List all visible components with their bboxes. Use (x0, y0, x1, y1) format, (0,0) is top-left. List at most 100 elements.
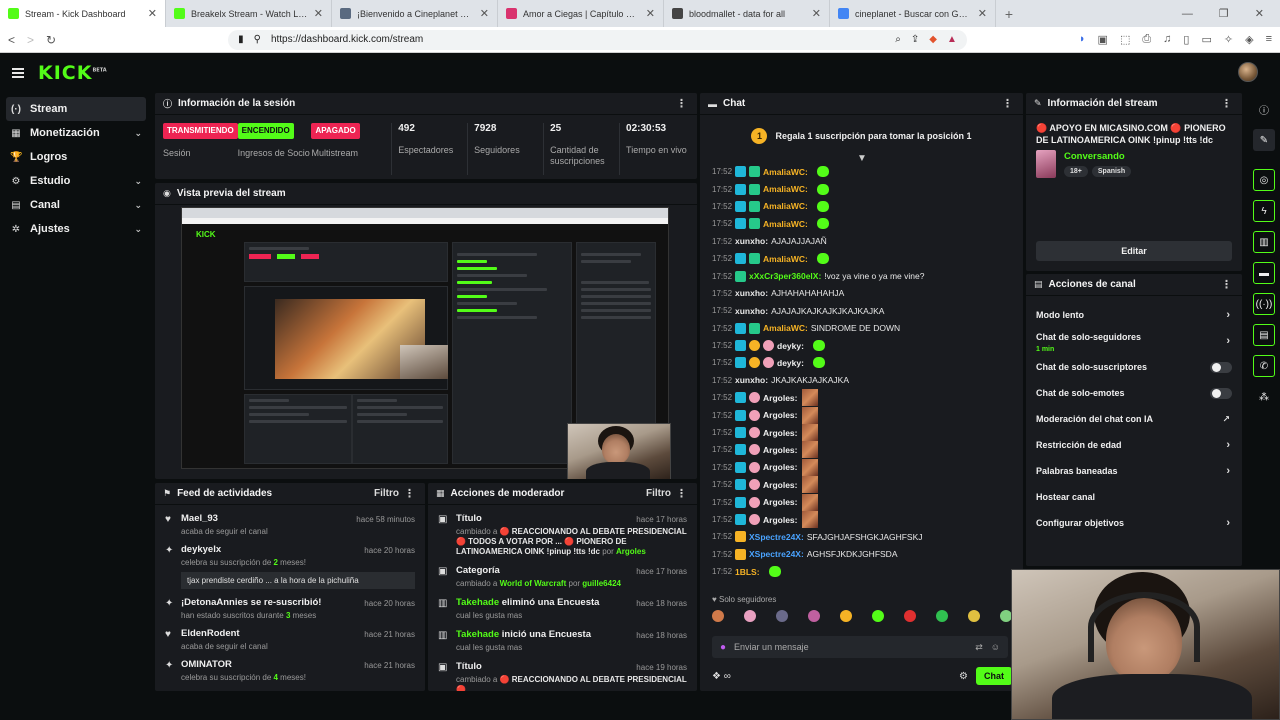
wallet-icon[interactable]: ▭ (1201, 33, 1211, 46)
edit-stream-button[interactable]: Editar (1036, 241, 1232, 261)
hamburger-menu-icon[interactable] (12, 68, 24, 78)
vpn-icon[interactable]: ◈ (1245, 33, 1253, 46)
lightning-icon[interactable]: ϟ (1253, 200, 1275, 222)
channel-action-item[interactable]: Chat de solo-emotes (1026, 380, 1242, 406)
sidebar-item-ajustes[interactable]: ✲ Ajustes ⌄ (6, 217, 146, 241)
chat-username[interactable]: xunxho: (735, 288, 768, 298)
emote-icon[interactable] (904, 610, 916, 622)
kebab-menu-icon[interactable]: ⋮ (676, 487, 687, 500)
tab-close-icon[interactable]: ✕ (646, 7, 655, 20)
desc-username[interactable]: guille6424 (582, 579, 621, 588)
channel-action-item[interactable]: Restricción de edad › (1026, 432, 1242, 458)
ai-icon[interactable]: ✧ (1224, 33, 1233, 46)
kebab-menu-icon[interactable]: ⋮ (676, 97, 687, 110)
toggle-switch[interactable] (1210, 387, 1232, 399)
chat-username[interactable]: AmaliaWC: (763, 167, 808, 177)
emote-icon[interactable] (776, 610, 788, 622)
kebab-menu-icon[interactable]: ⋮ (404, 487, 415, 500)
category-name[interactable]: Conversando (1064, 151, 1131, 162)
forward-icon[interactable]: > (27, 33, 34, 47)
sidebar-item-estudio[interactable]: ⚙ Estudio ⌄ (6, 169, 146, 193)
emote-icon[interactable] (968, 610, 980, 622)
kebab-menu-icon[interactable]: ⋮ (1221, 97, 1232, 110)
chat-username[interactable]: AmaliaWC: (763, 219, 808, 229)
broadcast-icon[interactable]: ((·)) (1253, 293, 1275, 315)
microphone-icon[interactable]: ● (720, 642, 726, 653)
filter-button[interactable]: Filtro (646, 488, 671, 499)
kebab-menu-icon[interactable]: ⋮ (1221, 278, 1232, 291)
chat-username[interactable]: XSpectre24X: (749, 549, 804, 559)
rewards-icon[interactable]: ▲ (947, 34, 957, 45)
close-window-icon[interactable]: ✕ (1255, 7, 1264, 20)
chat-bubble-icon[interactable]: ▬ (1253, 262, 1275, 284)
chevron-down-icon[interactable]: ⌄ (134, 128, 142, 139)
new-tab-icon[interactable]: + (996, 0, 1022, 27)
pinned-gift-banner[interactable]: 1 Regala 1 suscripción para tomar la pos… (700, 121, 1023, 151)
emote-icon[interactable] (872, 610, 884, 622)
sidebar-item-canal[interactable]: ▤ Canal ⌄ (6, 193, 146, 217)
chevron-right-icon[interactable]: › (1226, 309, 1230, 321)
chevron-right-icon[interactable]: › (1226, 517, 1230, 529)
sidebar-toggle-icon[interactable]: ▯ (1183, 33, 1189, 46)
emote-icon[interactable] (712, 610, 724, 622)
chat-username[interactable]: Argoles: (763, 515, 797, 525)
clipboard-icon[interactable]: ▥ (1253, 231, 1275, 253)
extension-icon[interactable]: ◗ (1079, 33, 1086, 46)
layout-icon[interactable]: ▤ (1253, 324, 1275, 346)
toggle-switch[interactable] (1210, 361, 1232, 373)
chevron-down-icon[interactable]: ⌄ (134, 200, 142, 211)
stream-tag[interactable]: Spanish (1091, 166, 1132, 178)
chat-username[interactable]: xunxho: (735, 306, 768, 316)
minimize-icon[interactable]: — (1182, 8, 1193, 20)
chat-username[interactable]: xunxho: (735, 236, 768, 246)
stream-tag[interactable]: 18+ (1064, 166, 1088, 178)
moderator-name[interactable]: Takehade (456, 597, 499, 608)
extension-icon[interactable]: ⬚ (1120, 33, 1130, 46)
site-info-icon[interactable]: ⚲ (254, 34, 261, 45)
channel-action-item[interactable]: Hostear canal (1026, 484, 1242, 510)
channel-action-item[interactable]: Chat de solo-seguidores 1 min › (1026, 328, 1242, 354)
chevron-right-icon[interactable]: › (1226, 465, 1230, 477)
chevron-right-icon[interactable]: › (1226, 335, 1230, 347)
chat-username[interactable]: AmaliaWC: (763, 201, 808, 211)
info-icon[interactable]: ⓘ (1253, 98, 1275, 120)
edit-icon[interactable]: ✎ (1253, 129, 1275, 151)
kick-logo[interactable]: KICKBETA (38, 62, 107, 84)
reload-icon[interactable]: ↻ (46, 33, 56, 47)
sidebar-item-monetización[interactable]: ▦ Monetización ⌄ (6, 121, 146, 145)
chat-username[interactable]: Argoles: (763, 428, 797, 438)
browser-tab[interactable]: Stream - Kick Dashboard ✕ (0, 0, 166, 27)
chat-username[interactable]: XSpectre24X: (749, 532, 804, 542)
brave-shield-icon[interactable]: ◆ (929, 34, 937, 45)
emote-icon[interactable] (808, 610, 820, 622)
extension-icon[interactable]: ▣ (1098, 33, 1108, 46)
channel-action-item[interactable]: Moderación del chat con IA ↗ (1026, 406, 1242, 432)
channel-action-item[interactable]: Modo lento › (1026, 302, 1242, 328)
chat-username[interactable]: AmaliaWC: (763, 254, 808, 264)
tab-close-icon[interactable]: ✕ (978, 7, 987, 20)
chat-username[interactable]: Argoles: (763, 480, 797, 490)
tab-close-icon[interactable]: ✕ (148, 7, 157, 20)
translate-icon[interactable]: ⇄ (975, 642, 983, 653)
chat-message-input[interactable]: ● Enviar un mensaje ⇄ ☺ (712, 636, 1008, 658)
points-icon[interactable]: ❖ ∞ (712, 671, 731, 682)
wrench-icon[interactable]: ✆ (1253, 355, 1275, 377)
settings-gear-icon[interactable]: ⚙ (959, 671, 968, 682)
menu-icon[interactable]: ≡ (1266, 33, 1272, 46)
sidebar-item-logros[interactable]: 🏆 Logros (6, 145, 146, 169)
browser-tab[interactable]: Breakelx Stream - Watch Live on Kick ✕ (166, 0, 332, 27)
chevron-down-icon[interactable]: ⌄ (134, 176, 142, 187)
tab-close-icon[interactable]: ✕ (480, 7, 489, 20)
user-avatar[interactable] (1238, 62, 1258, 82)
moderator-name[interactable]: Takehade (456, 629, 499, 640)
chat-username[interactable]: Argoles: (763, 393, 797, 403)
channel-action-item[interactable]: Configurar objetivos › (1026, 510, 1242, 536)
chat-username[interactable]: Argoles: (763, 445, 797, 455)
chat-username[interactable]: xunxho: (735, 375, 768, 385)
kebab-menu-icon[interactable]: ⋮ (1002, 97, 1013, 110)
browser-tab[interactable]: Amor a Ciegas | Capítulo 32 | (Una p ✕ (498, 0, 664, 27)
chevron-down-icon[interactable]: ⌄ (134, 224, 142, 235)
browser-tab[interactable]: bloodmallet - data for all ✕ (664, 0, 830, 27)
browser-tab[interactable]: ¡Bienvenido a Cineplanet Chile! ✕ (332, 0, 498, 27)
tab-close-icon[interactable]: ✕ (812, 7, 821, 20)
